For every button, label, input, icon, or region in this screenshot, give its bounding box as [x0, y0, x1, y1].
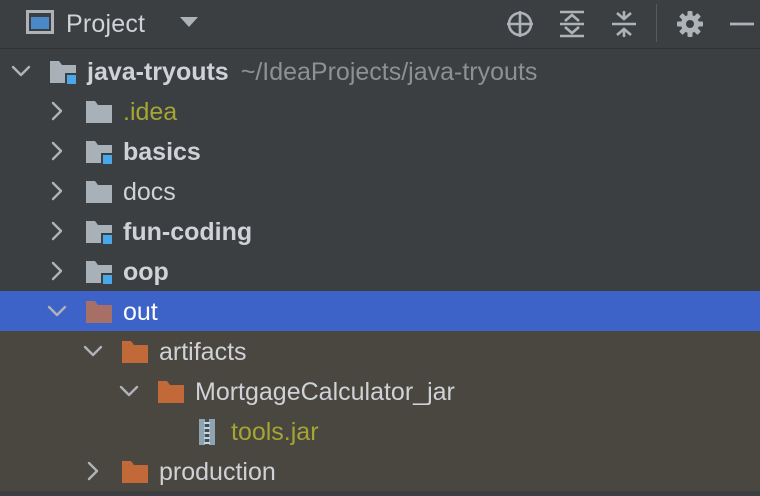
- chevron-right-icon[interactable]: [46, 140, 68, 162]
- toolbar-separator: [656, 4, 657, 42]
- chevron-right-icon[interactable]: [46, 180, 68, 202]
- tree-node-fun-coding[interactable]: fun-coding: [0, 211, 760, 251]
- window-icon: [26, 9, 54, 39]
- node-label: .idea: [123, 98, 178, 126]
- chevron-down-icon[interactable]: [118, 380, 140, 402]
- view-title: Project: [66, 9, 146, 38]
- gear-icon[interactable]: [674, 8, 706, 40]
- node-label: docs: [123, 178, 176, 206]
- module-folder-icon: [84, 258, 114, 286]
- root-path: ~/IdeaProjects/java-tryouts: [240, 58, 538, 86]
- module-folder-icon: [84, 218, 114, 246]
- tree-node-artifacts[interactable]: artifacts: [0, 331, 760, 371]
- tree-node-mortgage-calculator-jar[interactable]: MortgageCalculator_jar: [0, 371, 760, 411]
- folder-icon: [84, 98, 114, 126]
- tree-node-idea[interactable]: .idea: [0, 91, 760, 131]
- tree-node-production[interactable]: production: [0, 451, 760, 491]
- jar-archive-icon: [199, 419, 215, 445]
- minimize-icon[interactable]: [726, 8, 758, 40]
- view-selector[interactable]: Project: [26, 8, 199, 40]
- excluded-folder-icon: [84, 298, 114, 326]
- node-label: oop: [123, 258, 169, 286]
- chevron-right-icon[interactable]: [82, 460, 104, 482]
- excluded-folder-icon: [156, 378, 186, 406]
- node-label: fun-coding: [123, 218, 253, 246]
- chevron-down-icon: [179, 15, 199, 33]
- project-toolbar: Project: [0, 0, 760, 49]
- node-label: production: [159, 458, 276, 486]
- chevron-down-icon[interactable]: [10, 60, 32, 82]
- node-label: artifacts: [159, 338, 247, 366]
- chevron-right-icon[interactable]: [46, 100, 68, 122]
- module-folder-icon: [48, 58, 78, 86]
- tree-node-out[interactable]: out: [0, 291, 760, 331]
- node-label: MortgageCalculator_jar: [195, 378, 455, 406]
- node-label: out: [123, 298, 158, 326]
- locate-icon[interactable]: [504, 8, 536, 40]
- root-name: java-tryouts: [87, 58, 229, 86]
- tree-node-tools-jar[interactable]: tools.jar: [0, 411, 760, 451]
- chevron-down-icon[interactable]: [82, 340, 104, 362]
- excluded-folder-icon: [120, 338, 150, 366]
- node-label: basics: [123, 138, 201, 166]
- collapse-all-icon[interactable]: [608, 8, 640, 40]
- expand-all-icon[interactable]: [556, 8, 588, 40]
- tree-node-docs[interactable]: docs: [0, 171, 760, 211]
- tree-node-basics[interactable]: basics: [0, 131, 760, 171]
- tree-node-oop[interactable]: oop: [0, 251, 760, 291]
- folder-icon: [84, 178, 114, 206]
- chevron-right-icon[interactable]: [46, 220, 68, 242]
- project-tool-window: Project java-tryouts ~/IdeaProjects/java…: [0, 0, 760, 496]
- node-label: tools.jar: [231, 418, 319, 446]
- module-folder-icon: [84, 138, 114, 166]
- project-tree: java-tryouts ~/IdeaProjects/java-tryouts …: [0, 51, 760, 491]
- chevron-right-icon[interactable]: [46, 260, 68, 282]
- chevron-down-icon[interactable]: [46, 300, 68, 322]
- excluded-folder-icon: [120, 458, 150, 486]
- tree-node-root[interactable]: java-tryouts ~/IdeaProjects/java-tryouts: [0, 51, 760, 91]
